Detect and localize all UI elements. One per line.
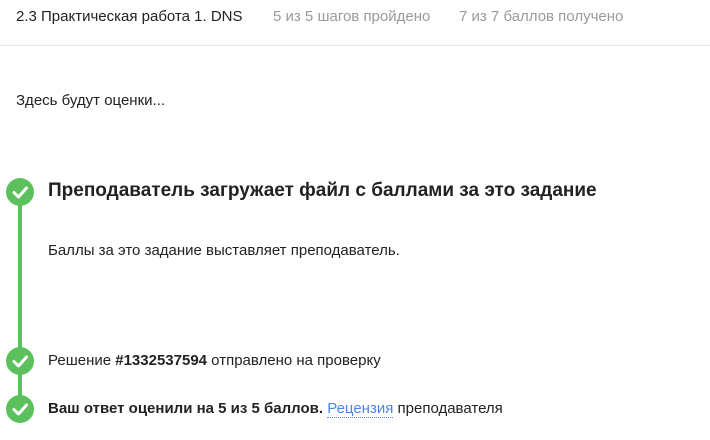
check-icon (6, 347, 34, 375)
steps-progress: 5 из 5 шагов пройдено (273, 8, 431, 25)
grade-result: Ваш ответ оценили на 5 из 5 баллов. (48, 400, 324, 417)
lesson-header: 2.3 Практическая работа 1. DNS 5 из 5 ша… (0, 0, 710, 46)
lesson-title[interactable]: 2.3 Практическая работа 1. DNS (16, 8, 243, 25)
grade-suffix: преподавателя (393, 400, 503, 417)
submission-status: Решение #1332537594 отправлено на провер… (48, 352, 381, 369)
submission-id: #1332537594 (115, 352, 208, 369)
submission-suffix: отправлено на проверку (207, 352, 381, 369)
check-icon (6, 395, 34, 423)
check-icon (6, 178, 34, 206)
review-link[interactable]: Рецензия (327, 400, 394, 418)
points-progress: 7 из 7 баллов получено (459, 8, 624, 25)
grade-status: Ваш ответ оценили на 5 из 5 баллов. Реце… (48, 400, 503, 418)
submission-prefix: Решение (48, 352, 116, 369)
timeline-line (18, 192, 22, 414)
grades-placeholder: Здесь будут оценки... (16, 92, 166, 109)
teacher-step-description: Баллы за это задание выставляет преподав… (48, 242, 400, 259)
teacher-step-title: Преподаватель загружает файл с баллами з… (48, 180, 597, 201)
